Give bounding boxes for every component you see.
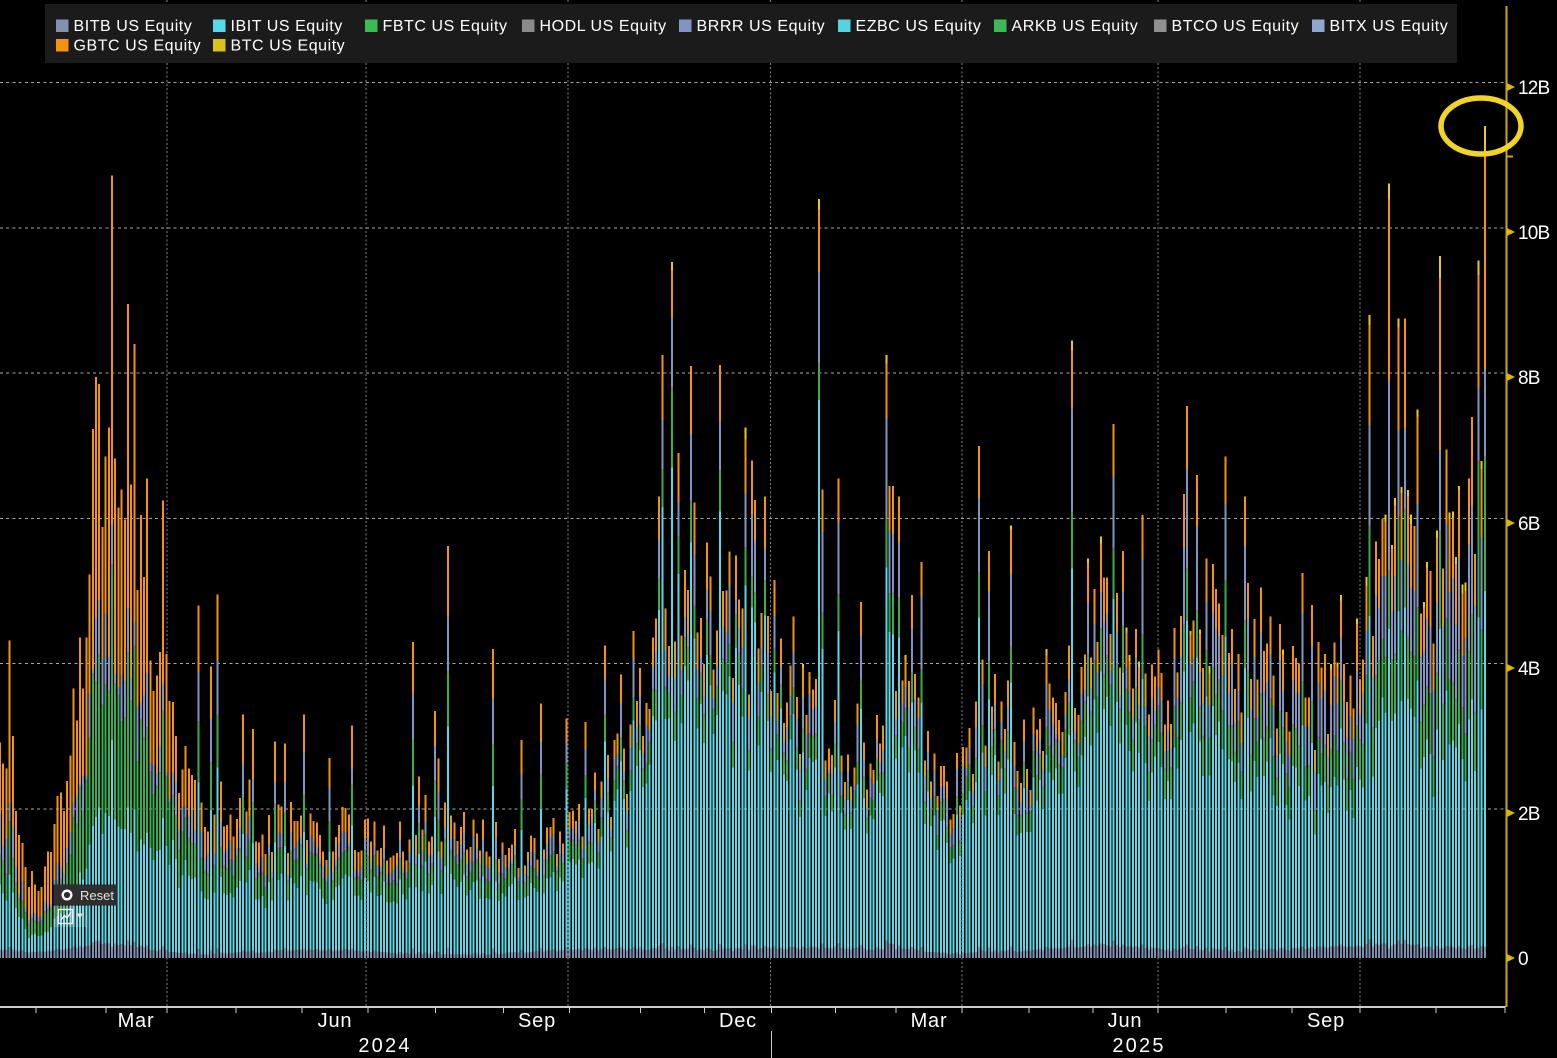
- svg-text:8B: 8B: [1518, 368, 1540, 389]
- svg-text:Mar: Mar: [118, 1010, 155, 1032]
- svg-text:Reset: Reset: [80, 888, 114, 903]
- svg-text:BITX US Equity: BITX US Equity: [1330, 18, 1449, 35]
- svg-text:6B: 6B: [1518, 514, 1540, 535]
- svg-text:Sep: Sep: [1307, 1010, 1345, 1032]
- svg-text:4B: 4B: [1518, 659, 1540, 680]
- svg-text:Jun: Jun: [318, 1010, 353, 1032]
- svg-text:Sep: Sep: [518, 1010, 556, 1032]
- svg-text:EZBC US Equity: EZBC US Equity: [856, 18, 982, 35]
- svg-text:Jun: Jun: [1108, 1010, 1143, 1032]
- svg-text:2B: 2B: [1518, 804, 1540, 825]
- svg-text:IBIT US Equity: IBIT US Equity: [231, 18, 343, 35]
- svg-text:10B: 10B: [1518, 223, 1550, 244]
- svg-text:Dec: Dec: [719, 1010, 757, 1032]
- svg-text:ARKB US Equity: ARKB US Equity: [1012, 18, 1139, 35]
- svg-text:2025: 2025: [1112, 1035, 1165, 1057]
- svg-text:BRRR US Equity: BRRR US Equity: [697, 18, 826, 35]
- svg-text:0: 0: [1518, 949, 1528, 970]
- svg-text:BTC US Equity: BTC US Equity: [231, 38, 346, 55]
- svg-text:2024: 2024: [358, 1035, 411, 1057]
- svg-text:12B: 12B: [1518, 78, 1550, 99]
- svg-text:Mar: Mar: [911, 1010, 948, 1032]
- svg-text:BITB US Equity: BITB US Equity: [74, 18, 193, 35]
- svg-text:FBTC US Equity: FBTC US Equity: [383, 18, 508, 35]
- svg-text:GBTC US Equity: GBTC US Equity: [74, 38, 202, 55]
- svg-text:BTCO US Equity: BTCO US Equity: [1172, 18, 1300, 35]
- svg-text:HODL US Equity: HODL US Equity: [540, 18, 667, 35]
